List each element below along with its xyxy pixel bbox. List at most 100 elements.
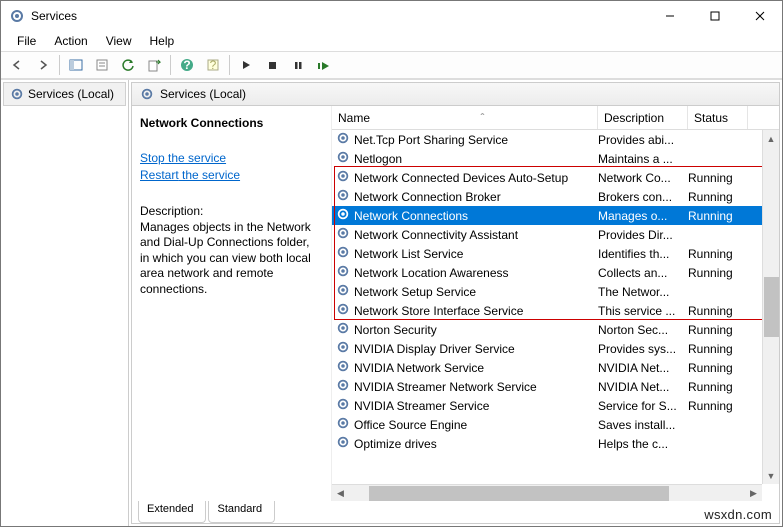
service-name-cell: Network Connected Devices Auto-Setup <box>336 169 598 186</box>
menu-action[interactable]: Action <box>46 32 95 50</box>
scroll-right-arrow-icon[interactable]: ▶ <box>745 485 762 502</box>
menu-file[interactable]: File <box>9 32 44 50</box>
window-title: Services <box>31 9 647 23</box>
service-status-cell: Running <box>688 247 748 261</box>
service-row[interactable]: Network Connection BrokerBrokers con...R… <box>332 187 779 206</box>
service-description-cell: Saves install... <box>598 418 688 432</box>
separator <box>170 55 171 75</box>
service-name-cell: Network List Service <box>336 245 598 262</box>
back-button[interactable] <box>5 53 29 77</box>
maximize-button[interactable] <box>692 1 737 31</box>
gear-icon <box>336 435 350 452</box>
forward-button[interactable] <box>31 53 55 77</box>
horizontal-scroll-thumb[interactable] <box>369 486 669 501</box>
service-name-text: Norton Security <box>354 323 437 337</box>
service-description-cell: Identifies th... <box>598 247 688 261</box>
gear-icon <box>336 245 350 262</box>
service-name-cell: NVIDIA Streamer Service <box>336 397 598 414</box>
close-button[interactable] <box>737 1 782 31</box>
list-pane: Name ˆ Description Status Net.Tcp Port S… <box>332 106 779 501</box>
right-pane-header: Services (Local) <box>132 83 779 106</box>
service-row[interactable]: NVIDIA Network ServiceNVIDIA Net...Runni… <box>332 358 779 377</box>
restart-suffix-text: the service <box>179 168 240 182</box>
service-row[interactable]: Network List Service Identifies th...Runn… <box>332 244 779 263</box>
menu-help[interactable]: Help <box>142 32 183 50</box>
help-button[interactable]: ? <box>175 53 199 77</box>
gear-icon <box>336 416 350 433</box>
help-topics-button[interactable]: ? <box>201 53 225 77</box>
sort-indicator-icon: ˆ <box>374 111 591 125</box>
service-row[interactable]: NVIDIA Streamer Network ServiceNVIDIA Ne… <box>332 377 779 396</box>
service-status-cell: Running <box>688 323 748 337</box>
services-window: Services File Action View Help ? ? <box>0 0 783 527</box>
tree-pane: Services (Local) <box>1 80 129 526</box>
service-name-text: Network List Service <box>354 247 463 261</box>
service-row[interactable]: Network Store Interface ServiceThis serv… <box>332 301 779 320</box>
column-header-description-label: Description <box>604 111 664 125</box>
tree-node-services-local[interactable]: Services (Local) <box>3 82 126 106</box>
service-row[interactable]: Network Location AwarenessCollects an...… <box>332 263 779 282</box>
service-row[interactable]: Network Connected Devices Auto-SetupNetw… <box>332 168 779 187</box>
service-status-cell: Running <box>688 171 748 185</box>
gear-icon <box>336 131 350 148</box>
properties-button[interactable] <box>90 53 114 77</box>
gear-icon <box>140 87 154 101</box>
scroll-up-arrow-icon[interactable]: ▲ <box>763 130 780 147</box>
svg-text:?: ? <box>183 58 190 72</box>
tab-standard[interactable]: Standard <box>208 501 275 523</box>
scroll-left-arrow-icon[interactable]: ◀ <box>332 485 349 502</box>
service-name-text: Network Connected Devices Auto-Setup <box>354 171 568 185</box>
service-row[interactable]: Network ConnectionsManages o...Running <box>332 206 779 225</box>
service-status-cell: Running <box>688 266 748 280</box>
service-row[interactable]: Office Source EngineSaves install... <box>332 415 779 434</box>
gear-icon <box>336 397 350 414</box>
stop-service-button[interactable] <box>260 53 284 77</box>
service-status-cell: Running <box>688 190 748 204</box>
right-pane: Services (Local) Network Connections Sto… <box>131 82 780 524</box>
service-name-text: Optimize drives <box>354 437 437 451</box>
service-row[interactable]: NVIDIA Display Driver ServiceProvides sy… <box>332 339 779 358</box>
scroll-down-arrow-icon[interactable]: ▼ <box>763 467 780 484</box>
toolbar: ? ? <box>1 51 782 79</box>
gear-icon <box>336 321 350 338</box>
menu-view[interactable]: View <box>98 32 140 50</box>
service-row[interactable]: Network Connectivity AssistantProvides D… <box>332 225 779 244</box>
column-header-status[interactable]: Status <box>688 106 748 129</box>
service-description-cell: Provides sys... <box>598 342 688 356</box>
service-row[interactable]: Net.Tcp Port Sharing ServiceProvides abi… <box>332 130 779 149</box>
service-description-cell: NVIDIA Net... <box>598 380 688 394</box>
refresh-button[interactable] <box>116 53 140 77</box>
gear-icon <box>10 87 24 101</box>
start-service-button[interactable] <box>234 53 258 77</box>
vertical-scrollbar[interactable]: ▲ ▼ <box>762 130 779 484</box>
column-header-description[interactable]: Description <box>598 106 688 129</box>
service-row[interactable]: Optimize drivesHelps the c... <box>332 434 779 453</box>
service-row[interactable]: Norton SecurityNorton Sec...Running <box>332 320 779 339</box>
description-label: Description: <box>140 204 321 218</box>
menubar: File Action View Help <box>1 31 782 51</box>
service-row[interactable]: NetlogonMaintains a ... <box>332 149 779 168</box>
description-text: Manages objects in the Network and Dial-… <box>140 220 321 298</box>
horizontal-scrollbar[interactable]: ◀ ▶ <box>332 484 762 501</box>
column-header-name[interactable]: Name ˆ <box>332 106 598 129</box>
restart-service-button[interactable] <box>312 53 336 77</box>
gear-icon <box>336 302 350 319</box>
restart-link[interactable]: Restart <box>140 168 179 182</box>
pause-service-button[interactable] <box>286 53 310 77</box>
stop-link[interactable]: Stop <box>140 151 165 165</box>
service-row[interactable]: NVIDIA Streamer ServiceService for S...R… <box>332 396 779 415</box>
gear-icon <box>336 188 350 205</box>
service-name-cell: Network Connection Broker <box>336 188 598 205</box>
gear-icon <box>336 264 350 281</box>
minimize-button[interactable] <box>647 1 692 31</box>
tab-extended[interactable]: Extended <box>138 501 206 523</box>
titlebar: Services <box>1 1 782 31</box>
vertical-scroll-thumb[interactable] <box>764 277 779 337</box>
service-name-cell: Network Connections <box>336 207 598 224</box>
show-hide-tree-button[interactable] <box>64 53 88 77</box>
export-button[interactable] <box>142 53 166 77</box>
service-description-cell: Provides Dir... <box>598 228 688 242</box>
column-headers: Name ˆ Description Status <box>332 106 779 130</box>
service-rows: Net.Tcp Port Sharing ServiceProvides abi… <box>332 130 779 501</box>
service-row[interactable]: Network Setup ServiceThe Networ... <box>332 282 779 301</box>
